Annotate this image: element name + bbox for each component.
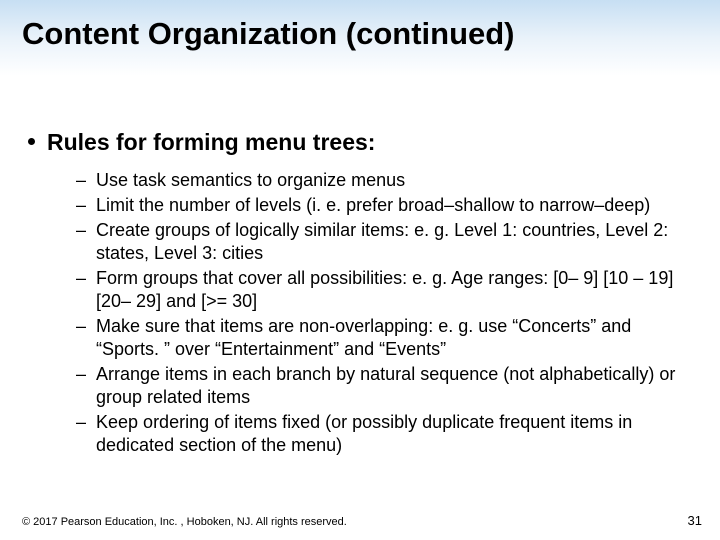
sub-bullet-list: – Use task semantics to organize menus –… [22, 169, 698, 457]
list-item: – Use task semantics to organize menus [76, 169, 690, 192]
list-item: – Keep ordering of items fixed (or possi… [76, 411, 690, 457]
copyright-footer: © 2017 Pearson Education, Inc. , Hoboken… [22, 516, 347, 528]
dash-icon: – [76, 219, 86, 242]
list-item: – Create groups of logically similar ite… [76, 219, 690, 265]
dash-icon: – [76, 411, 86, 434]
dash-icon: – [76, 315, 86, 338]
dash-icon: – [76, 363, 86, 386]
list-item: – Limit the number of levels (i. e. pref… [76, 194, 690, 217]
list-item-text: Keep ordering of items fixed (or possibl… [96, 411, 690, 457]
list-item-text: Form groups that cover all possibilities… [96, 267, 690, 313]
page-number: 31 [688, 513, 702, 528]
dash-icon: – [76, 169, 86, 192]
list-item: – Arrange items in each branch by natura… [76, 363, 690, 409]
list-item-text: Use task semantics to organize menus [96, 169, 690, 192]
bullet-level-1: Rules for forming menu trees: [22, 128, 698, 157]
dash-icon: – [76, 267, 86, 290]
list-item: – Make sure that items are non-overlappi… [76, 315, 690, 361]
list-item-text: Create groups of logically similar items… [96, 219, 690, 265]
list-item-text: Make sure that items are non-overlapping… [96, 315, 690, 361]
list-item: – Form groups that cover all possibiliti… [76, 267, 690, 313]
dash-icon: – [76, 194, 86, 217]
bullet-dot-icon [28, 138, 35, 145]
list-item-text: Arrange items in each branch by natural … [96, 363, 690, 409]
slide: Content Organization (continued) Rules f… [0, 0, 720, 540]
slide-body: Rules for forming menu trees: – Use task… [22, 128, 698, 459]
bullet-level-1-text: Rules for forming menu trees: [47, 128, 375, 157]
slide-title: Content Organization (continued) [22, 16, 698, 52]
list-item-text: Limit the number of levels (i. e. prefer… [96, 194, 690, 217]
